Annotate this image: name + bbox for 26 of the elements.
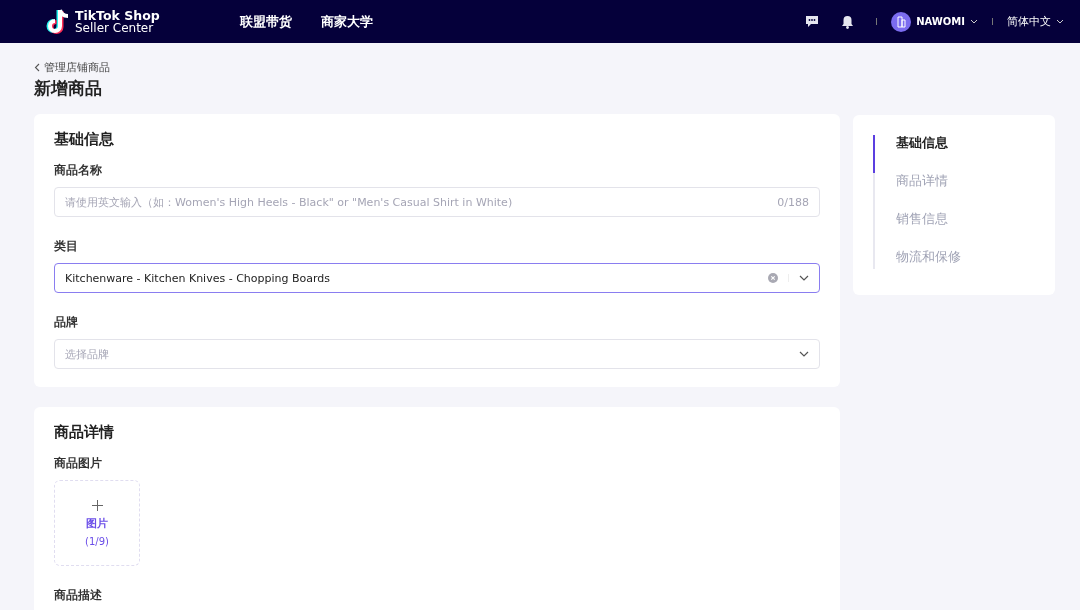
logo-text: TikTok Shop bbox=[75, 9, 160, 22]
bell-icon[interactable] bbox=[841, 14, 855, 29]
section-title: 基础信息 bbox=[54, 130, 115, 149]
chat-icon[interactable] bbox=[805, 15, 820, 28]
field-label: 品牌 bbox=[54, 315, 79, 330]
chevron-down-icon bbox=[799, 275, 809, 281]
anchor-link[interactable]: 基础信息 bbox=[873, 135, 1035, 173]
nav-link[interactable]: 联盟带货 bbox=[240, 12, 292, 31]
account-menu[interactable]: NAWOMI bbox=[891, 11, 978, 32]
language-menu[interactable]: 简体中文 bbox=[1007, 14, 1064, 29]
chevron-down-icon bbox=[799, 351, 809, 357]
field-label: 商品图片 bbox=[54, 456, 103, 471]
chevron-down-icon bbox=[970, 19, 978, 24]
page-title: 新增商品 bbox=[34, 78, 103, 100]
building-icon bbox=[891, 11, 912, 32]
section-title: 商品详情 bbox=[54, 423, 115, 442]
chevron-left-icon bbox=[34, 63, 40, 72]
back-link[interactable]: 管理店铺商品 bbox=[34, 60, 110, 75]
field-label: 商品描述 bbox=[54, 588, 103, 603]
nav-link[interactable]: 商家大学 bbox=[321, 12, 373, 31]
field-label: 类目 bbox=[54, 239, 79, 254]
field-label: 商品名称 bbox=[54, 163, 103, 178]
select-field[interactable]: Kitchenware - Kitchen Knives - Chopping Boards bbox=[54, 263, 820, 293]
image-upload-button[interactable]: 图片 (1/9) bbox=[54, 480, 140, 566]
chevron-down-icon bbox=[1056, 19, 1064, 24]
plus-icon bbox=[91, 499, 103, 511]
